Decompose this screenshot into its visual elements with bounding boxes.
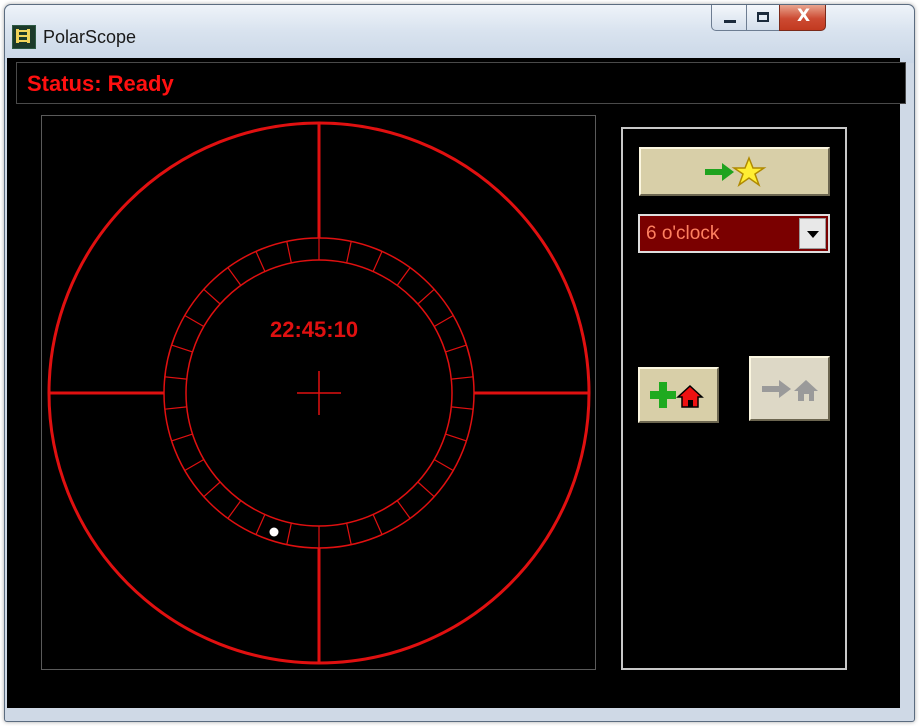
status-bar: Status: Ready (16, 62, 906, 104)
clock-tick (346, 241, 352, 264)
clock-tick (171, 344, 193, 353)
goto-star-button[interactable] (639, 147, 830, 196)
app-icon[interactable] (12, 25, 36, 49)
reticle (47, 121, 591, 665)
clock-tick (451, 406, 474, 410)
close-icon: X (796, 6, 811, 26)
clock-tick (203, 481, 221, 498)
chevron-down-icon[interactable] (799, 218, 826, 249)
home-red-icon (675, 384, 704, 408)
clock-tick (433, 314, 454, 328)
clock-tick (184, 314, 205, 328)
maximize-button[interactable] (746, 5, 780, 31)
clock-tick (255, 251, 266, 272)
clock-tick (286, 241, 292, 264)
polar-scope-view[interactable] (41, 115, 596, 670)
clock-tick (372, 514, 383, 535)
clock-tick (171, 433, 193, 442)
add-home-icons (649, 382, 704, 408)
add-home-button[interactable] (638, 367, 719, 423)
orientation-select-value: 6 o'clock (646, 223, 720, 244)
clock-tick (255, 514, 266, 535)
clock-tick (445, 433, 467, 442)
clock-tick (372, 251, 383, 272)
polaris-marker (269, 527, 279, 537)
close-button[interactable]: X (779, 5, 826, 31)
clock-tick (286, 522, 292, 545)
reticle-svg (47, 121, 591, 665)
clock-tick (346, 522, 352, 545)
clock-tick (451, 376, 474, 380)
clock-tick (396, 267, 411, 286)
maximize-icon (757, 12, 769, 22)
hour-angle-time: 22:45:10 (270, 317, 359, 342)
goto-star-icons (704, 155, 766, 187)
clock-tick (433, 458, 454, 472)
goto-home-button[interactable] (749, 356, 830, 421)
plus-green-icon (649, 382, 676, 408)
status-text: Status: Ready (27, 71, 174, 96)
clock-tick (227, 500, 242, 519)
star-yellow-icon (731, 155, 766, 187)
clock-tick (164, 406, 187, 410)
clock-tick (417, 288, 435, 305)
arrow-right-green-icon (704, 162, 734, 181)
goto-home-icons (761, 379, 818, 401)
clock-tick (417, 481, 435, 498)
clock-tick (396, 500, 411, 519)
clock-tick (445, 344, 467, 353)
arrow-right-gray-icon (761, 379, 791, 398)
clock-tick (203, 288, 221, 305)
minimize-icon (724, 20, 736, 23)
window-title: PolarScope (43, 27, 137, 47)
clock-tick (164, 376, 187, 380)
home-gray-icon (793, 379, 818, 401)
clock-tick (184, 458, 205, 472)
minimize-button[interactable] (711, 5, 747, 31)
clock-tick (227, 267, 242, 286)
orientation-select[interactable]: 6 o'clock (638, 214, 830, 253)
title-bar[interactable]: PolarScope X (5, 5, 914, 63)
